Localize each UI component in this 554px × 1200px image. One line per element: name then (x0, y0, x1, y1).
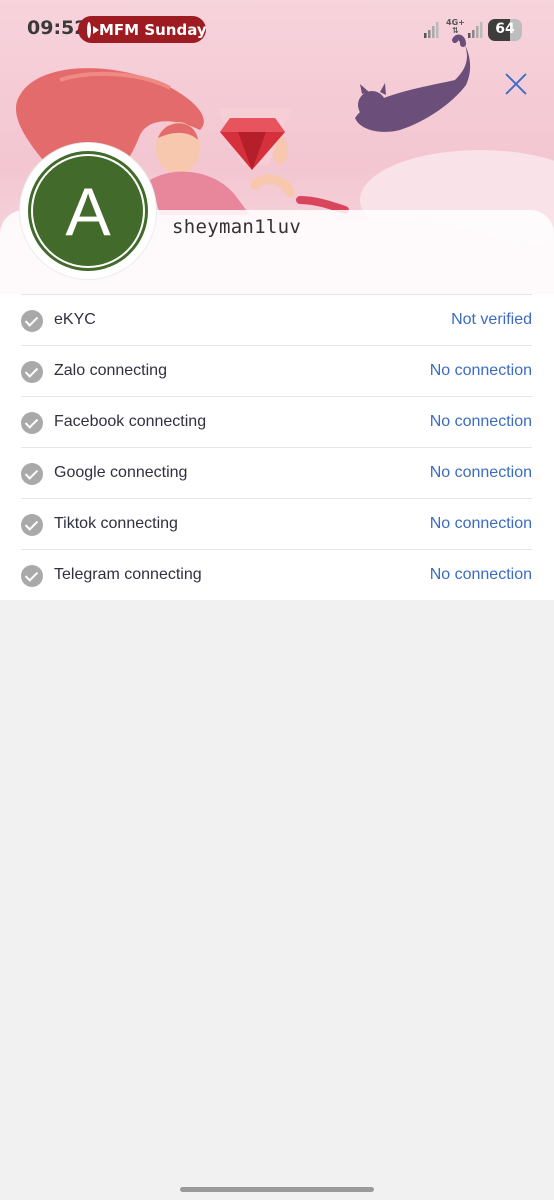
avatar-letter: A (65, 174, 111, 250)
connection-row[interactable]: Facebook connecting No connection (21, 396, 532, 447)
connections-list: eKYC Not verified Zalo connecting No connec… (0, 294, 554, 600)
connection-label: Facebook connecting (54, 413, 207, 430)
check-icon (21, 361, 43, 383)
connection-status-link[interactable]: No connection (430, 362, 532, 380)
connection-row[interactable]: Zalo connecting No connection (21, 345, 532, 396)
play-icon (87, 21, 99, 38)
connection-status-link[interactable]: No connection (430, 566, 532, 584)
check-icon (21, 412, 43, 434)
close-icon[interactable] (504, 72, 528, 96)
avatar[interactable]: A (20, 143, 156, 279)
connection-label: Telegram connecting (54, 566, 202, 583)
connection-row[interactable]: Tiktok connecting No connection (21, 498, 532, 549)
check-icon (21, 310, 43, 332)
check-icon (21, 463, 43, 485)
connection-status-link[interactable]: No connection (430, 515, 532, 533)
battery-icon: 64 (488, 19, 522, 41)
connection-status-link[interactable]: No connection (430, 413, 532, 431)
connection-label: eKYC (54, 311, 96, 328)
connection-status-link[interactable]: No connection (430, 464, 532, 482)
connection-row[interactable]: eKYC Not verified (21, 294, 532, 345)
media-playing-pill[interactable]: MFM Sunday (78, 16, 206, 43)
connection-label: Google connecting (54, 464, 188, 481)
connection-label: Zalo connecting (54, 362, 167, 379)
connection-row[interactable]: Telegram connecting No connection (21, 549, 532, 600)
signal-icon-2 (468, 22, 483, 38)
connection-row[interactable]: Google connecting No connection (21, 447, 532, 498)
media-title: MFM Sunday (99, 20, 206, 39)
connection-label: Tiktok connecting (54, 515, 178, 532)
battery-level: 64 (495, 21, 515, 37)
signal-icon (424, 22, 439, 38)
connection-status-link[interactable]: Not verified (451, 311, 532, 329)
check-icon (21, 565, 43, 587)
status-bar: 09:52 MFM Sunday 4G+ ⇅ 64 (0, 0, 554, 58)
network-type: 4G+ ⇅ (446, 18, 465, 35)
username: sheyman1luv (172, 216, 302, 238)
home-indicator[interactable] (180, 1187, 374, 1192)
check-icon (21, 514, 43, 536)
avatar-circle: A (28, 151, 148, 271)
